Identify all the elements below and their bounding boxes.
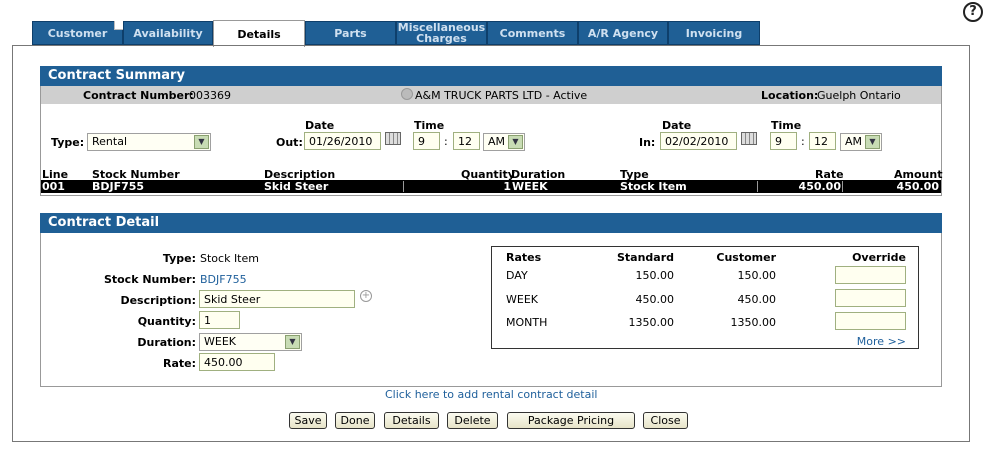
out-ampm-select[interactable]: AM ▼ bbox=[483, 133, 525, 151]
rates-header-override: Override bbox=[852, 251, 906, 264]
rate-row-standard: 450.00 bbox=[635, 293, 675, 306]
row-rate: 450.00 bbox=[798, 180, 841, 193]
in-date-input[interactable] bbox=[660, 132, 737, 150]
type-select-value: Rental bbox=[92, 135, 127, 148]
customer-info-icon[interactable] bbox=[401, 88, 413, 100]
rate-row-name: DAY bbox=[506, 269, 528, 282]
contract-summary-title: Contract Summary bbox=[40, 66, 942, 86]
detail-stock-link[interactable]: BDJF755 bbox=[200, 273, 247, 286]
tab-invoicing[interactable]: Invoicing bbox=[668, 21, 760, 45]
out-hour-input[interactable] bbox=[413, 132, 440, 150]
type-label: Type: bbox=[51, 136, 85, 149]
in-ampm-value: AM bbox=[845, 135, 863, 148]
out-label: Out: bbox=[276, 136, 303, 149]
out-ampm-value: AM bbox=[488, 135, 506, 148]
rate-row-standard: 1350.00 bbox=[628, 316, 675, 329]
override-month-input[interactable] bbox=[835, 312, 906, 330]
add-rental-detail-link[interactable]: Click here to add rental contract detail bbox=[385, 388, 597, 401]
location-label: Location: bbox=[761, 89, 819, 102]
rate-row-name: MONTH bbox=[506, 316, 548, 329]
table-row[interactable]: 001 BDJF755 Skid Steer 1 WEEK Stock Item… bbox=[41, 180, 941, 193]
in-label: In: bbox=[639, 136, 656, 149]
add-circle-icon[interactable]: + bbox=[360, 290, 372, 302]
rate-row-name: WEEK bbox=[506, 293, 538, 306]
tab-ar-agency[interactable]: A/R Agency bbox=[578, 21, 668, 45]
chevron-down-icon: ▼ bbox=[194, 135, 209, 149]
rate-field[interactable] bbox=[199, 353, 275, 371]
row-quantity: 1 bbox=[503, 180, 511, 193]
customer-name: A&M TRUCK PARTS LTD - Active bbox=[415, 89, 588, 102]
calendar-icon[interactable] bbox=[741, 132, 757, 145]
contract-number-value: 003369 bbox=[189, 89, 231, 102]
row-duration: WEEK bbox=[512, 180, 548, 193]
package-pricing-button[interactable]: Package Pricing bbox=[507, 412, 635, 429]
close-button[interactable]: Close bbox=[643, 412, 688, 429]
chevron-down-icon: ▼ bbox=[865, 135, 880, 149]
row-type: Stock Item bbox=[620, 180, 687, 193]
rates-header-standard: Standard bbox=[616, 251, 674, 264]
tab-miscellaneous-charges[interactable]: Miscellaneous Charges bbox=[396, 21, 487, 45]
tab-comments[interactable]: Comments bbox=[487, 21, 578, 45]
location-value: Guelph Ontario bbox=[817, 89, 901, 102]
row-line: 001 bbox=[42, 180, 65, 193]
chevron-down-icon: ▼ bbox=[285, 335, 300, 349]
done-button[interactable]: Done bbox=[335, 412, 375, 429]
rate-row-customer: 150.00 bbox=[737, 269, 777, 282]
rate-row-customer: 1350.00 bbox=[730, 316, 777, 329]
delete-button[interactable]: Delete bbox=[447, 412, 498, 429]
in-hour-input[interactable] bbox=[770, 132, 797, 150]
time-separator: : bbox=[801, 135, 805, 148]
override-week-input[interactable] bbox=[835, 289, 906, 307]
duration-select-value: WEEK bbox=[204, 335, 236, 348]
type-select[interactable]: Rental ▼ bbox=[87, 133, 211, 151]
more-rates-link[interactable]: More >> bbox=[840, 335, 906, 348]
detail-stock-label: Stock Number: bbox=[103, 273, 196, 286]
in-date-header: Date bbox=[662, 119, 692, 132]
calendar-icon[interactable] bbox=[385, 132, 401, 145]
column-divider bbox=[842, 181, 843, 192]
out-time-header: Time bbox=[414, 119, 445, 132]
column-divider bbox=[757, 181, 758, 192]
quantity-field[interactable] bbox=[199, 311, 240, 329]
detail-description-label: Description: bbox=[120, 294, 196, 307]
in-ampm-select[interactable]: AM ▼ bbox=[840, 133, 882, 151]
save-button[interactable]: Save bbox=[289, 412, 327, 429]
tab-fold-corner bbox=[114, 21, 123, 30]
tab-details[interactable]: Details bbox=[213, 20, 305, 47]
row-stock-number: BDJF755 bbox=[92, 180, 145, 193]
detail-duration-label: Duration: bbox=[137, 336, 196, 349]
rates-header-rates: Rates bbox=[506, 251, 542, 264]
out-date-input[interactable] bbox=[304, 132, 381, 150]
time-separator: : bbox=[444, 135, 448, 148]
in-minute-input[interactable] bbox=[809, 132, 836, 150]
contract-number-label: Contract Number: bbox=[83, 89, 194, 102]
details-button[interactable]: Details bbox=[384, 412, 439, 429]
in-time-header: Time bbox=[771, 119, 802, 132]
rate-row-standard: 150.00 bbox=[635, 269, 675, 282]
help-icon[interactable]: ? bbox=[963, 2, 983, 22]
detail-rate-label: Rate: bbox=[162, 357, 196, 370]
duration-select[interactable]: WEEK ▼ bbox=[199, 333, 302, 351]
row-amount: 450.00 bbox=[896, 180, 939, 193]
tab-parts[interactable]: Parts bbox=[305, 21, 396, 45]
out-date-header: Date bbox=[305, 119, 335, 132]
tab-customer[interactable]: Customer bbox=[32, 21, 123, 45]
detail-quantity-label: Quantity: bbox=[137, 315, 196, 328]
rate-row-customer: 450.00 bbox=[737, 293, 777, 306]
out-minute-input[interactable] bbox=[453, 132, 480, 150]
tab-availability[interactable]: Availability bbox=[123, 21, 213, 45]
override-day-input[interactable] bbox=[835, 266, 906, 284]
row-description: Skid Steer bbox=[264, 180, 329, 193]
rates-header-customer: Customer bbox=[716, 251, 776, 264]
contract-detail-title: Contract Detail bbox=[40, 213, 942, 233]
description-field[interactable] bbox=[199, 290, 355, 308]
chevron-down-icon: ▼ bbox=[508, 135, 523, 149]
column-divider bbox=[403, 181, 404, 192]
detail-type-value: Stock Item bbox=[200, 252, 259, 265]
detail-type-label: Type: bbox=[162, 252, 196, 265]
